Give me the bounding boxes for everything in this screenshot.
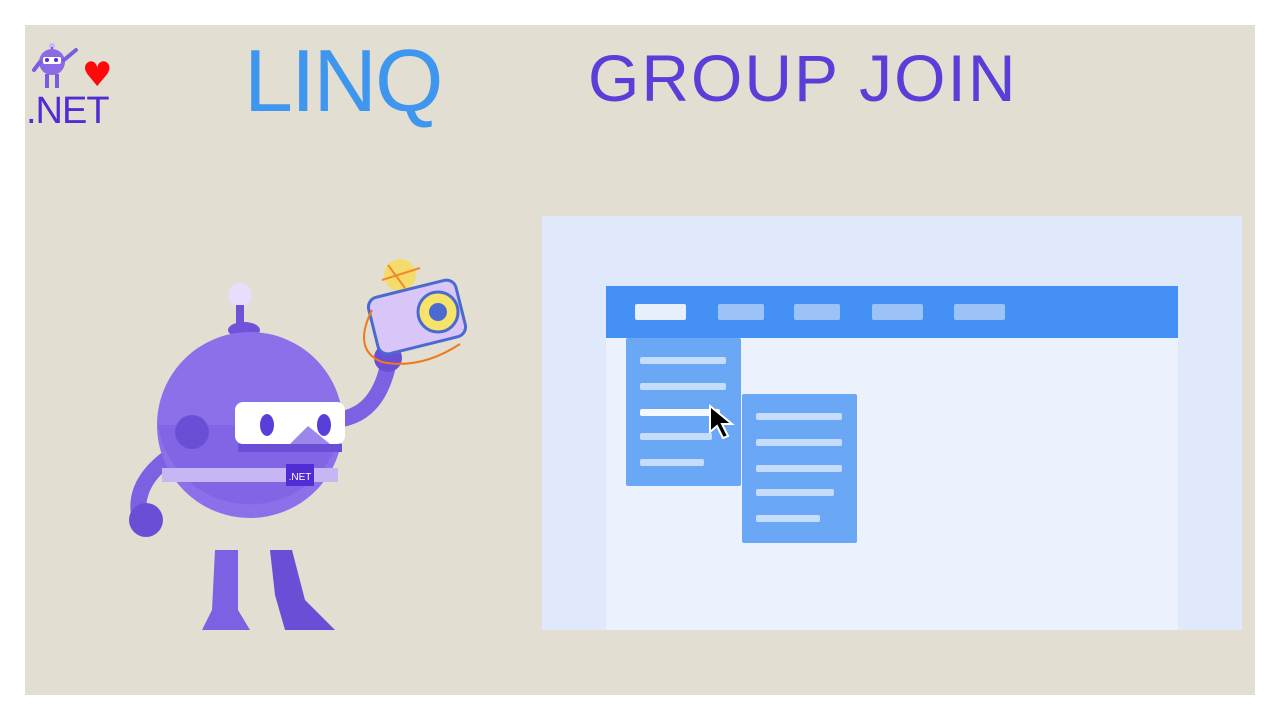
menu-item-5[interactable] (954, 304, 1005, 320)
dropdown-item[interactable] (640, 459, 704, 466)
submenu-item[interactable] (756, 515, 820, 522)
dropdown-item[interactable] (640, 357, 726, 364)
submenu-item[interactable] (756, 439, 842, 446)
dotnet-love-logo: ♥ .NET (26, 40, 130, 132)
logo-text: .NET (26, 90, 110, 132)
menu-item-1[interactable] (635, 304, 686, 320)
menu-item-4[interactable] (872, 304, 923, 320)
camera-icon (363, 259, 468, 365)
page-title-group-join: GROUP JOIN (588, 41, 1018, 115)
menu-item-2[interactable] (718, 304, 764, 320)
dotnet-bot-mascot: .NET (129, 259, 468, 630)
submenu-item[interactable] (756, 465, 842, 472)
submenu-item[interactable] (756, 413, 842, 420)
dropdown-item[interactable] (640, 433, 712, 440)
menu-item-3[interactable] (794, 304, 840, 320)
heart-icon: ♥ (82, 55, 113, 95)
page-title-linq: LINQ (244, 31, 443, 130)
dropdown-item[interactable] (640, 383, 726, 390)
submenu-item[interactable] (756, 489, 834, 496)
mouse-pointer-icon (709, 404, 735, 440)
mascot-badge-text: .NET (289, 472, 312, 483)
